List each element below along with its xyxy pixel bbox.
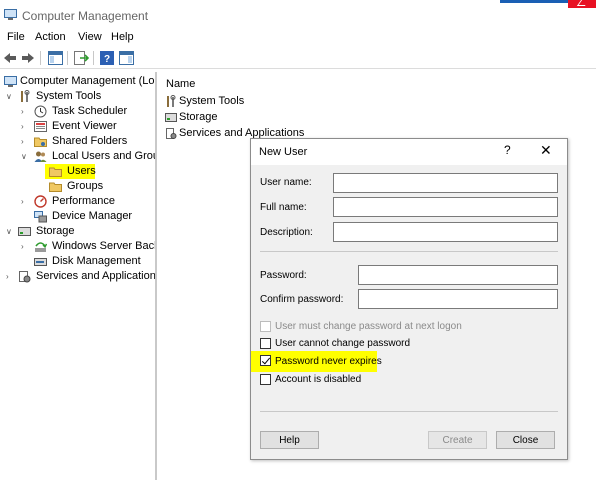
checkbox-label: User cannot change password [275, 338, 411, 349]
shared-folder-icon [34, 137, 47, 147]
help-button[interactable]: Help [260, 431, 319, 449]
tree-item-users[interactable]: Users [45, 164, 96, 179]
dialog-titlebar: New User ? ✕ [251, 139, 567, 165]
menu-action[interactable]: Action [35, 31, 66, 43]
expand-chevron-icon[interactable]: › [21, 104, 30, 119]
expand-chevron-icon[interactable]: › [21, 119, 30, 134]
description-label: Description: [260, 227, 313, 238]
system-tools-icon [21, 90, 30, 102]
device-manager-icon [34, 211, 47, 223]
back-arrow-icon[interactable] [2, 50, 18, 66]
dialog-title: New User [259, 146, 308, 158]
toolbar-separator [40, 51, 41, 65]
password-label: Password: [260, 270, 307, 281]
checkbox-label: Account is disabled [275, 374, 362, 385]
expand-chevron-icon[interactable]: › [21, 239, 30, 254]
full-name-label: Full name: [260, 202, 307, 213]
backup-icon [35, 242, 47, 252]
help-question-icon[interactable]: ? [504, 143, 511, 157]
collapse-chevron-icon[interactable]: ∨ [6, 89, 15, 104]
confirm-password-label: Confirm password: [260, 294, 344, 305]
clock-icon [34, 105, 47, 118]
expand-chevron-icon[interactable]: › [21, 134, 30, 149]
close-icon[interactable]: ✕ [540, 142, 552, 159]
forward-arrow-icon[interactable] [20, 50, 36, 66]
services-icon [166, 128, 177, 139]
dialog-divider [260, 411, 558, 412]
user-name-field[interactable] [333, 173, 558, 193]
password-never-expires-checkbox[interactable]: Password never expires [251, 351, 382, 372]
window-title: Computer Management [22, 9, 149, 23]
export-list-icon[interactable] [73, 50, 89, 66]
close-button[interactable]: Close [496, 431, 555, 449]
checkbox-label: Password never expires [275, 356, 382, 367]
menu-help[interactable]: Help [111, 31, 134, 43]
checkbox-box[interactable] [260, 321, 271, 332]
console-tree: Computer Management (Local ∨ System Tool… [0, 72, 157, 480]
column-header-name[interactable]: Name [166, 78, 195, 90]
window-titlebar: Computer Management [0, 0, 596, 30]
expand-chevron-icon[interactable]: › [21, 194, 30, 209]
event-viewer-icon [34, 121, 47, 132]
show-hide-action-pane-icon[interactable] [118, 50, 134, 66]
checkbox-box[interactable] [260, 355, 271, 366]
toolbar: ? [0, 47, 596, 69]
folder-icon [49, 182, 62, 192]
folder-icon [49, 167, 62, 177]
performance-icon [34, 195, 47, 208]
users-group-icon [34, 151, 47, 162]
expand-chevron-icon[interactable]: › [6, 269, 15, 284]
checkbox-label: User must change password at next logon [275, 321, 462, 332]
show-hide-console-tree-icon[interactable] [47, 50, 63, 66]
toolbar-separator [67, 51, 68, 65]
svg-text:?: ? [104, 54, 110, 65]
password-field[interactable] [358, 265, 558, 285]
new-user-dialog: New User ? ✕ User name: Full name: Descr… [250, 138, 568, 460]
confirm-password-field[interactable] [358, 289, 558, 309]
computer-management-icon [4, 9, 17, 20]
computer-management-icon [4, 76, 17, 87]
services-icon [19, 271, 31, 283]
collapse-chevron-icon[interactable]: ∨ [6, 224, 15, 239]
full-name-field[interactable] [333, 197, 558, 217]
menu-view[interactable]: View [78, 31, 102, 43]
menu-bar: File Action View Help [0, 30, 596, 46]
create-button[interactable]: Create [428, 431, 487, 449]
menu-file[interactable]: File [7, 31, 25, 43]
collapse-chevron-icon[interactable]: ∨ [21, 149, 30, 164]
checkbox-box[interactable] [260, 374, 271, 385]
taskbar-strip [500, 0, 568, 3]
disk-management-icon [34, 258, 47, 266]
storage-icon [165, 113, 177, 122]
description-field[interactable] [333, 222, 558, 242]
window-close-button[interactable] [568, 0, 596, 8]
system-tools-icon [167, 95, 176, 107]
help-icon[interactable]: ? [99, 50, 115, 66]
checkbox-box[interactable] [260, 338, 271, 349]
dialog-divider [260, 251, 558, 252]
user-name-label: User name: [260, 177, 312, 188]
storage-icon [18, 227, 31, 236]
toolbar-separator [93, 51, 94, 65]
